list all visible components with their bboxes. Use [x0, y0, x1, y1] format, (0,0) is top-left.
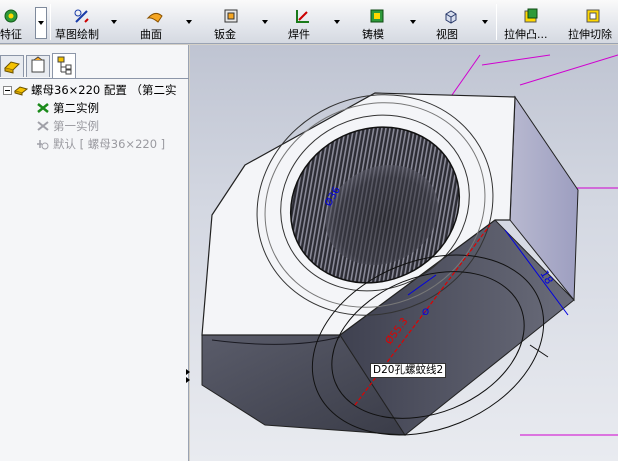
extrude-cut-icon: [586, 9, 600, 23]
tree-item-first-instance[interactable]: 第一实例: [36, 117, 99, 135]
surface-label: 曲面: [140, 28, 162, 41]
feature-label: 特征: [0, 28, 22, 41]
extrude-boss-label: 拉伸凸...: [504, 28, 548, 41]
mold-tab-button[interactable]: 铸模: [360, 0, 420, 44]
property-manager-tab[interactable]: [26, 55, 50, 77]
command-manager-toolbar: 特征 草图绘制 曲面 钣金 焊件 铸模 视图 拉伸凸... 拉伸切除: [0, 0, 618, 44]
feature-dropdown-button[interactable]: [35, 7, 47, 39]
view-label: 视图: [436, 28, 458, 41]
sheet-metal-label: 钣金: [214, 28, 236, 41]
feature-tab-button[interactable]: 特征: [0, 0, 34, 44]
tree-item-second-instance[interactable]: 第二实例: [36, 99, 99, 117]
tree-item-default[interactable]: 默认 [ 螺母36×220 ]: [36, 135, 165, 153]
tree-item-label: 第一实例: [53, 119, 99, 133]
sketch-tab-button[interactable]: 草图绘制: [53, 0, 119, 44]
chevron-down-icon[interactable]: [262, 20, 268, 24]
chevron-down-icon[interactable]: [111, 20, 117, 24]
weldment-label: 焊件: [288, 28, 310, 41]
manager-panel: 螺母36×220 配置 （第二实 第二实例 第一实例 默认 [ 螺母36×220…: [0, 45, 190, 461]
nut-model[interactable]: Ø55.3 Ø36 18 Ø: [190, 45, 618, 461]
tree-item-label: 第二实例: [53, 101, 99, 115]
manager-tabs: [0, 53, 189, 79]
feature-manager-tab[interactable]: [0, 55, 24, 77]
mold-icon: [370, 9, 384, 23]
feature-icon: [4, 9, 18, 23]
feature-tree-icon: [4, 61, 20, 74]
extrude-boss-button[interactable]: 拉伸凸...: [502, 0, 562, 44]
view-icon: [445, 10, 457, 24]
weldment-tab-button[interactable]: 焊件: [286, 0, 344, 44]
configuration-icon: [57, 56, 72, 75]
weldment-icon: [296, 10, 309, 23]
chevron-down-icon[interactable]: [410, 20, 416, 24]
config-active-icon: [37, 103, 49, 113]
extrude-cut-button[interactable]: 拉伸切除: [566, 0, 618, 44]
collapse-toggle[interactable]: [3, 86, 12, 95]
property-icon: [31, 56, 45, 73]
extrude-cut-label: 拉伸切除: [568, 28, 612, 41]
surface-tab-button[interactable]: 曲面: [138, 0, 198, 44]
configuration-manager-tab[interactable]: [52, 53, 76, 78]
graphics-viewport[interactable]: Ø55.3 Ø36 18 Ø D20孔螺蚊线2: [190, 45, 618, 461]
toolbar-separator: [50, 4, 51, 40]
sheet-metal-icon: [224, 9, 238, 23]
small-dimension[interactable]: Ø: [422, 307, 429, 318]
thread-feature-tooltip: D20孔螺蚊线2: [370, 363, 447, 378]
extrude-boss-icon: [524, 8, 538, 23]
mold-label: 铸模: [362, 28, 384, 41]
chevron-down-icon[interactable]: [334, 20, 340, 24]
chevron-down-icon[interactable]: [186, 20, 192, 24]
chevron-down-icon[interactable]: [482, 20, 488, 24]
tree-root-label: 螺母36×220 配置 （第二实: [31, 83, 177, 97]
tree-root-item[interactable]: 螺母36×220 配置 （第二实: [14, 81, 177, 99]
sketch-icon: [74, 9, 89, 23]
surface-icon: [146, 12, 163, 23]
default-config-icon: [37, 140, 49, 150]
part-config-icon: [14, 86, 28, 96]
sketch-label: 草图绘制: [55, 28, 99, 41]
sheet-metal-tab-button[interactable]: 钣金: [212, 0, 272, 44]
toolbar-separator: [496, 4, 497, 40]
tree-item-label: 默认 [ 螺母36×220 ]: [53, 137, 166, 151]
config-icon: [37, 121, 49, 131]
view-tab-button[interactable]: 视图: [434, 0, 490, 44]
